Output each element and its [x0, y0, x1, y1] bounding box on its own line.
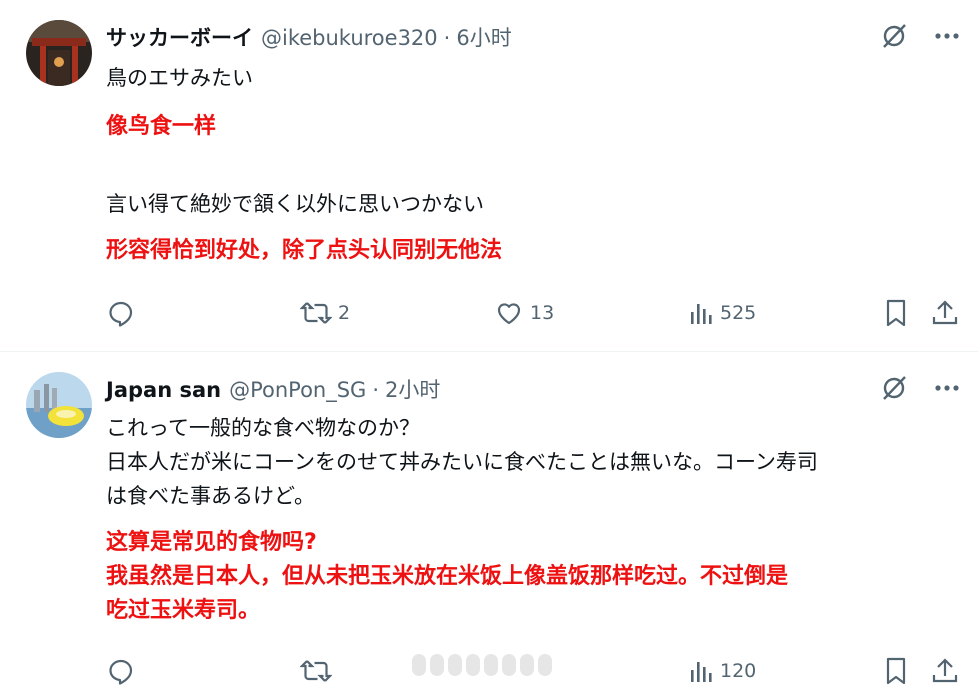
user-handle[interactable]: @PonPon_SG — [229, 378, 366, 402]
tweet-header-actions — [880, 374, 960, 402]
tweet-header: サッカーボーイ @ikebukuroe320 · 6小时 — [106, 22, 512, 52]
share-icon — [930, 298, 960, 328]
reply-button[interactable] — [106, 656, 136, 686]
bookmark-icon — [882, 298, 910, 328]
share-button[interactable] — [930, 656, 960, 686]
watermark — [412, 654, 552, 676]
tweet-text-line: これって一般的な食べ物なのか？ — [106, 416, 420, 440]
tweet-header: Japan san @PonPon_SG · 2小时 — [106, 374, 440, 404]
views-icon — [688, 656, 714, 686]
grok-icon[interactable] — [880, 374, 908, 402]
translation-line: 这算是常见的食物吗? — [106, 530, 317, 555]
tweet-header-actions — [880, 22, 960, 50]
reply-icon — [106, 298, 136, 328]
bookmark-button[interactable] — [882, 298, 910, 328]
tweet[interactable]: サッカーボーイ @ikebukuroe320 · 6小时 鳥のエサみたい 像鸟食… — [0, 0, 978, 352]
tweet-text-line: 鳥のエサみたい — [106, 66, 253, 90]
timestamp[interactable]: 2小时 — [385, 374, 440, 404]
views-button[interactable]: 120 — [688, 656, 756, 686]
bookmark-icon — [882, 656, 910, 686]
tweet-actions: 2 13 525 — [0, 298, 978, 334]
views-count: 525 — [720, 302, 757, 324]
translation-line: 吃过玉米寿司。 — [106, 598, 261, 623]
share-icon — [930, 656, 960, 686]
retweet-icon — [300, 298, 332, 328]
separator-dot: · — [443, 26, 451, 50]
more-icon[interactable] — [934, 384, 960, 392]
like-count: 13 — [530, 302, 555, 324]
more-icon[interactable] — [934, 32, 960, 40]
user-handle[interactable]: @ikebukuroe320 — [261, 26, 438, 50]
like-button[interactable]: 13 — [494, 298, 554, 328]
reply-icon — [106, 656, 136, 686]
tweet-text-line: は食べた事あるけど。 — [106, 484, 315, 508]
retweet-button[interactable] — [300, 656, 332, 686]
views-icon — [688, 298, 714, 328]
views-button[interactable]: 525 — [688, 298, 756, 328]
avatar[interactable] — [26, 372, 92, 438]
reply-button[interactable] — [106, 298, 136, 328]
timestamp[interactable]: 6小时 — [456, 22, 511, 52]
retweet-count: 2 — [338, 302, 351, 324]
translation-line: 像鸟食一样 — [106, 114, 217, 139]
translation-line: 形容得恰到好处，除了点头认同别无他法 — [106, 238, 503, 263]
retweet-button[interactable]: 2 — [300, 298, 350, 328]
grok-icon[interactable] — [880, 22, 908, 50]
tweet-text-line: 日本人だが米にコーンをのせて丼みたいに食べたことは無いな。コーン寿司 — [106, 450, 818, 474]
display-name[interactable]: サッカーボーイ — [106, 22, 253, 52]
avatar[interactable] — [26, 20, 92, 86]
share-button[interactable] — [930, 298, 960, 328]
views-count: 120 — [720, 660, 757, 682]
tweet[interactable]: Japan san @PonPon_SG · 2小时 これって一般的な食べ物なの… — [0, 352, 978, 696]
translation-line: 我虽然是日本人，但从未把玉米放在米饭上像盖饭那样吃过。不过倒是 — [106, 564, 789, 589]
like-icon — [494, 298, 524, 328]
separator-dot: · — [372, 378, 380, 402]
tweet-text-line: 言い得て絶妙で頷く以外に思いつかない — [106, 192, 484, 216]
bookmark-button[interactable] — [882, 656, 910, 686]
display-name[interactable]: Japan san — [106, 378, 221, 402]
retweet-icon — [300, 656, 332, 686]
